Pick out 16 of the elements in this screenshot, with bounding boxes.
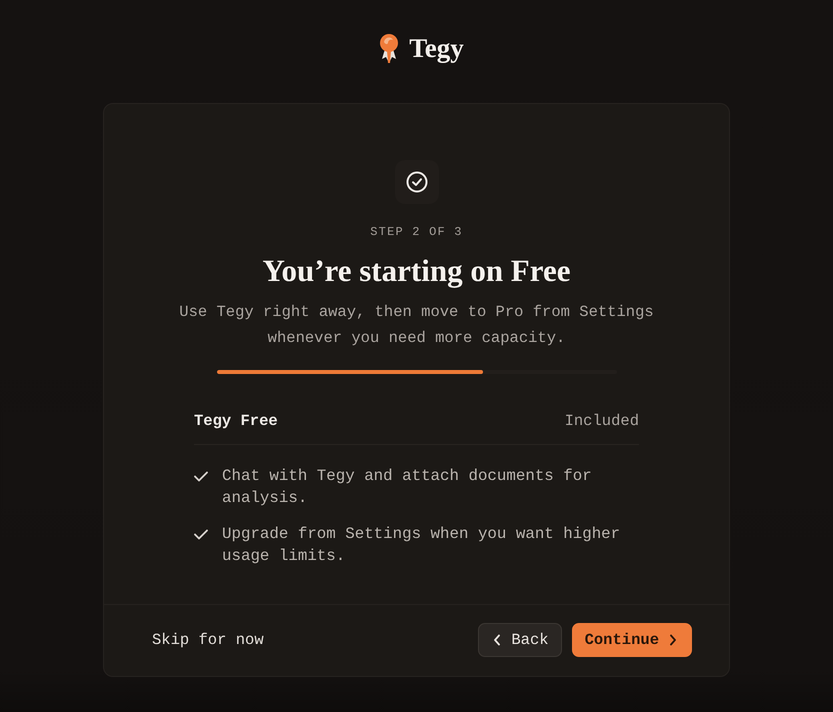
subtitle-text: Use Tegy right away, then move to Pro from Settings whenever you need more capacity.: [178, 302, 655, 349]
step-label: STEP 2 OF 3: [370, 224, 463, 240]
plan-name: Tegy Free: [194, 411, 278, 432]
plan-status: Included: [564, 411, 639, 432]
chevron-right-icon: [669, 634, 677, 646]
feature-text: Chat with Tegy and attach documents for analysis.: [222, 466, 593, 509]
skip-button[interactable]: Skip for now: [142, 625, 274, 655]
logo-text: Tegy: [409, 32, 464, 64]
feature-text: Upgrade from Settings when you want higher usage limits.: [222, 524, 622, 567]
back-button[interactable]: Back: [478, 623, 562, 657]
rosette-logo-icon: [379, 32, 400, 64]
chevron-left-icon: [493, 634, 502, 646]
check-icon: [194, 529, 208, 540]
continue-button[interactable]: Continue: [572, 623, 692, 657]
check-icon: [194, 471, 208, 482]
page-title: You’re starting on Free: [262, 253, 570, 289]
